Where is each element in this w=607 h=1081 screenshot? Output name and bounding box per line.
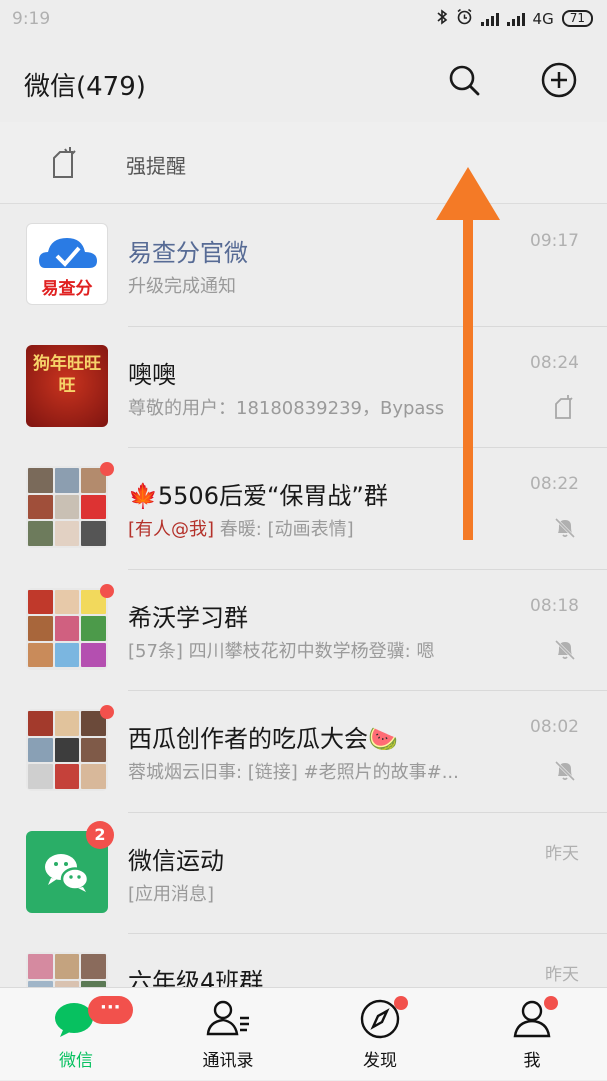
chat-time: 08:22 xyxy=(530,474,579,494)
chat-time: 09:17 xyxy=(530,231,579,251)
strong-reminder-item[interactable]: 强提醒 xyxy=(0,122,607,204)
tab-label: 我 xyxy=(523,1051,541,1071)
chat-time: 08:24 xyxy=(530,352,579,373)
search-icon xyxy=(447,63,481,101)
avatar: 易查分 xyxy=(26,223,108,305)
unread-dot xyxy=(100,583,114,598)
status-icons: 4G 71 xyxy=(436,8,593,29)
page-title: 微信(479) xyxy=(24,72,146,102)
chat-preview: [57条] 四川攀枝花初中数学杨登骥: 嗯 xyxy=(128,640,435,662)
tab-contacts[interactable]: 通讯录 xyxy=(152,988,304,1081)
chat-row[interactable]: 希沃学习群 [57条] 四川攀枝花初中数学杨登骥: 嗯 08:18 xyxy=(0,569,607,691)
chat-preview: [应用消息] xyxy=(128,883,215,905)
chat-time: 08:02 xyxy=(530,717,579,737)
mute-bell-icon xyxy=(553,759,579,785)
chat-row[interactable]: 2 微信运动 [应用消息] 昨天 xyxy=(0,812,607,934)
group-avatar xyxy=(26,587,108,670)
bluetooth-icon xyxy=(436,8,448,29)
chat-name: 西瓜创作者的吃瓜大会🍉 xyxy=(128,725,398,753)
group-avatar xyxy=(26,709,108,791)
reminder-icon xyxy=(553,394,579,421)
unread-count-badge: 2 xyxy=(86,820,114,849)
unread-dot xyxy=(544,996,558,1010)
avatar: 狗年旺旺旺 xyxy=(26,344,108,427)
chat-time: 08:18 xyxy=(530,595,579,616)
add-button[interactable] xyxy=(539,62,579,102)
contacts-icon xyxy=(205,998,251,1042)
chat-time: 昨天 xyxy=(545,843,579,864)
orange-arrow-annotation xyxy=(436,167,500,540)
network-type: 4G xyxy=(532,9,554,28)
mention-tag: [有人@我] xyxy=(128,519,215,540)
chat-row[interactable]: 易查分 易查分官微 升级完成通知 09:17 xyxy=(0,205,607,327)
unread-dot xyxy=(100,462,114,476)
chat-row[interactable]: 西瓜创作者的吃瓜大会🍉 蓉城烟云旧事: [链接] #老照片的故事#... 08:… xyxy=(0,691,607,813)
signal-icon xyxy=(480,12,499,26)
chat-name: 微信运动 xyxy=(128,846,224,875)
group-avatar xyxy=(26,952,108,987)
chat-name: 希沃学习群 xyxy=(128,603,248,632)
chat-time: 昨天 xyxy=(545,965,579,985)
tab-badge: ··· xyxy=(88,996,133,1024)
plus-circle-icon xyxy=(541,62,577,102)
avatar-text: 狗年旺旺旺 xyxy=(33,353,101,396)
top-bar: 微信(479) xyxy=(0,42,607,122)
status-bar: 9:19 4G 71 xyxy=(0,0,607,42)
tab-discover[interactable]: 发现 xyxy=(304,988,456,1081)
chat-row[interactable]: 六年级4班群 昨天 xyxy=(0,934,607,987)
chat-list[interactable]: 易查分 易查分官微 升级完成通知 09:17 狗年旺旺旺 噢噢 尊敬的用户：18… xyxy=(0,205,607,987)
avatar-text: 易查分 xyxy=(41,279,93,299)
tab-me[interactable]: 我 xyxy=(456,988,607,1081)
chat-name: 易查分官微 xyxy=(128,239,248,267)
reminder-icon xyxy=(50,146,78,184)
mute-bell-icon xyxy=(553,516,579,542)
chat-row[interactable]: 狗年旺旺旺 噢噢 尊敬的用户：18180839239，Bypass 08:24 xyxy=(0,326,607,448)
search-button[interactable] xyxy=(444,62,484,102)
mute-bell-icon xyxy=(553,638,579,664)
bottom-tab-bar: ··· 微信 通讯录 发现 我 xyxy=(0,987,607,1080)
chat-name: 六年级4班群 xyxy=(128,968,264,987)
chat-row[interactable]: 🍁5506后爱“保胃战”群 [有人@我] 春暖: [动画表情] 08:22 xyxy=(0,448,607,570)
alarm-icon xyxy=(456,8,473,29)
signal-icon xyxy=(506,12,525,26)
preview-text: 春暖: [动画表情] xyxy=(214,519,354,540)
chat-preview: 蓉城烟云旧事: [链接] #老照片的故事#... xyxy=(128,762,459,783)
unread-dot xyxy=(100,705,114,719)
chat-name: 噢噢 xyxy=(128,360,176,389)
battery-indicator: 71 xyxy=(561,10,593,27)
tab-label: 通讯录 xyxy=(202,1051,254,1071)
reminder-label: 强提醒 xyxy=(126,154,186,178)
unread-dot xyxy=(394,996,408,1010)
group-avatar xyxy=(26,466,108,548)
tab-chats[interactable]: ··· 微信 xyxy=(0,988,152,1081)
chat-name: 🍁5506后爱“保胃战”群 xyxy=(128,482,388,510)
tab-label: 微信 xyxy=(59,1051,93,1071)
tab-label: 发现 xyxy=(363,1051,397,1071)
